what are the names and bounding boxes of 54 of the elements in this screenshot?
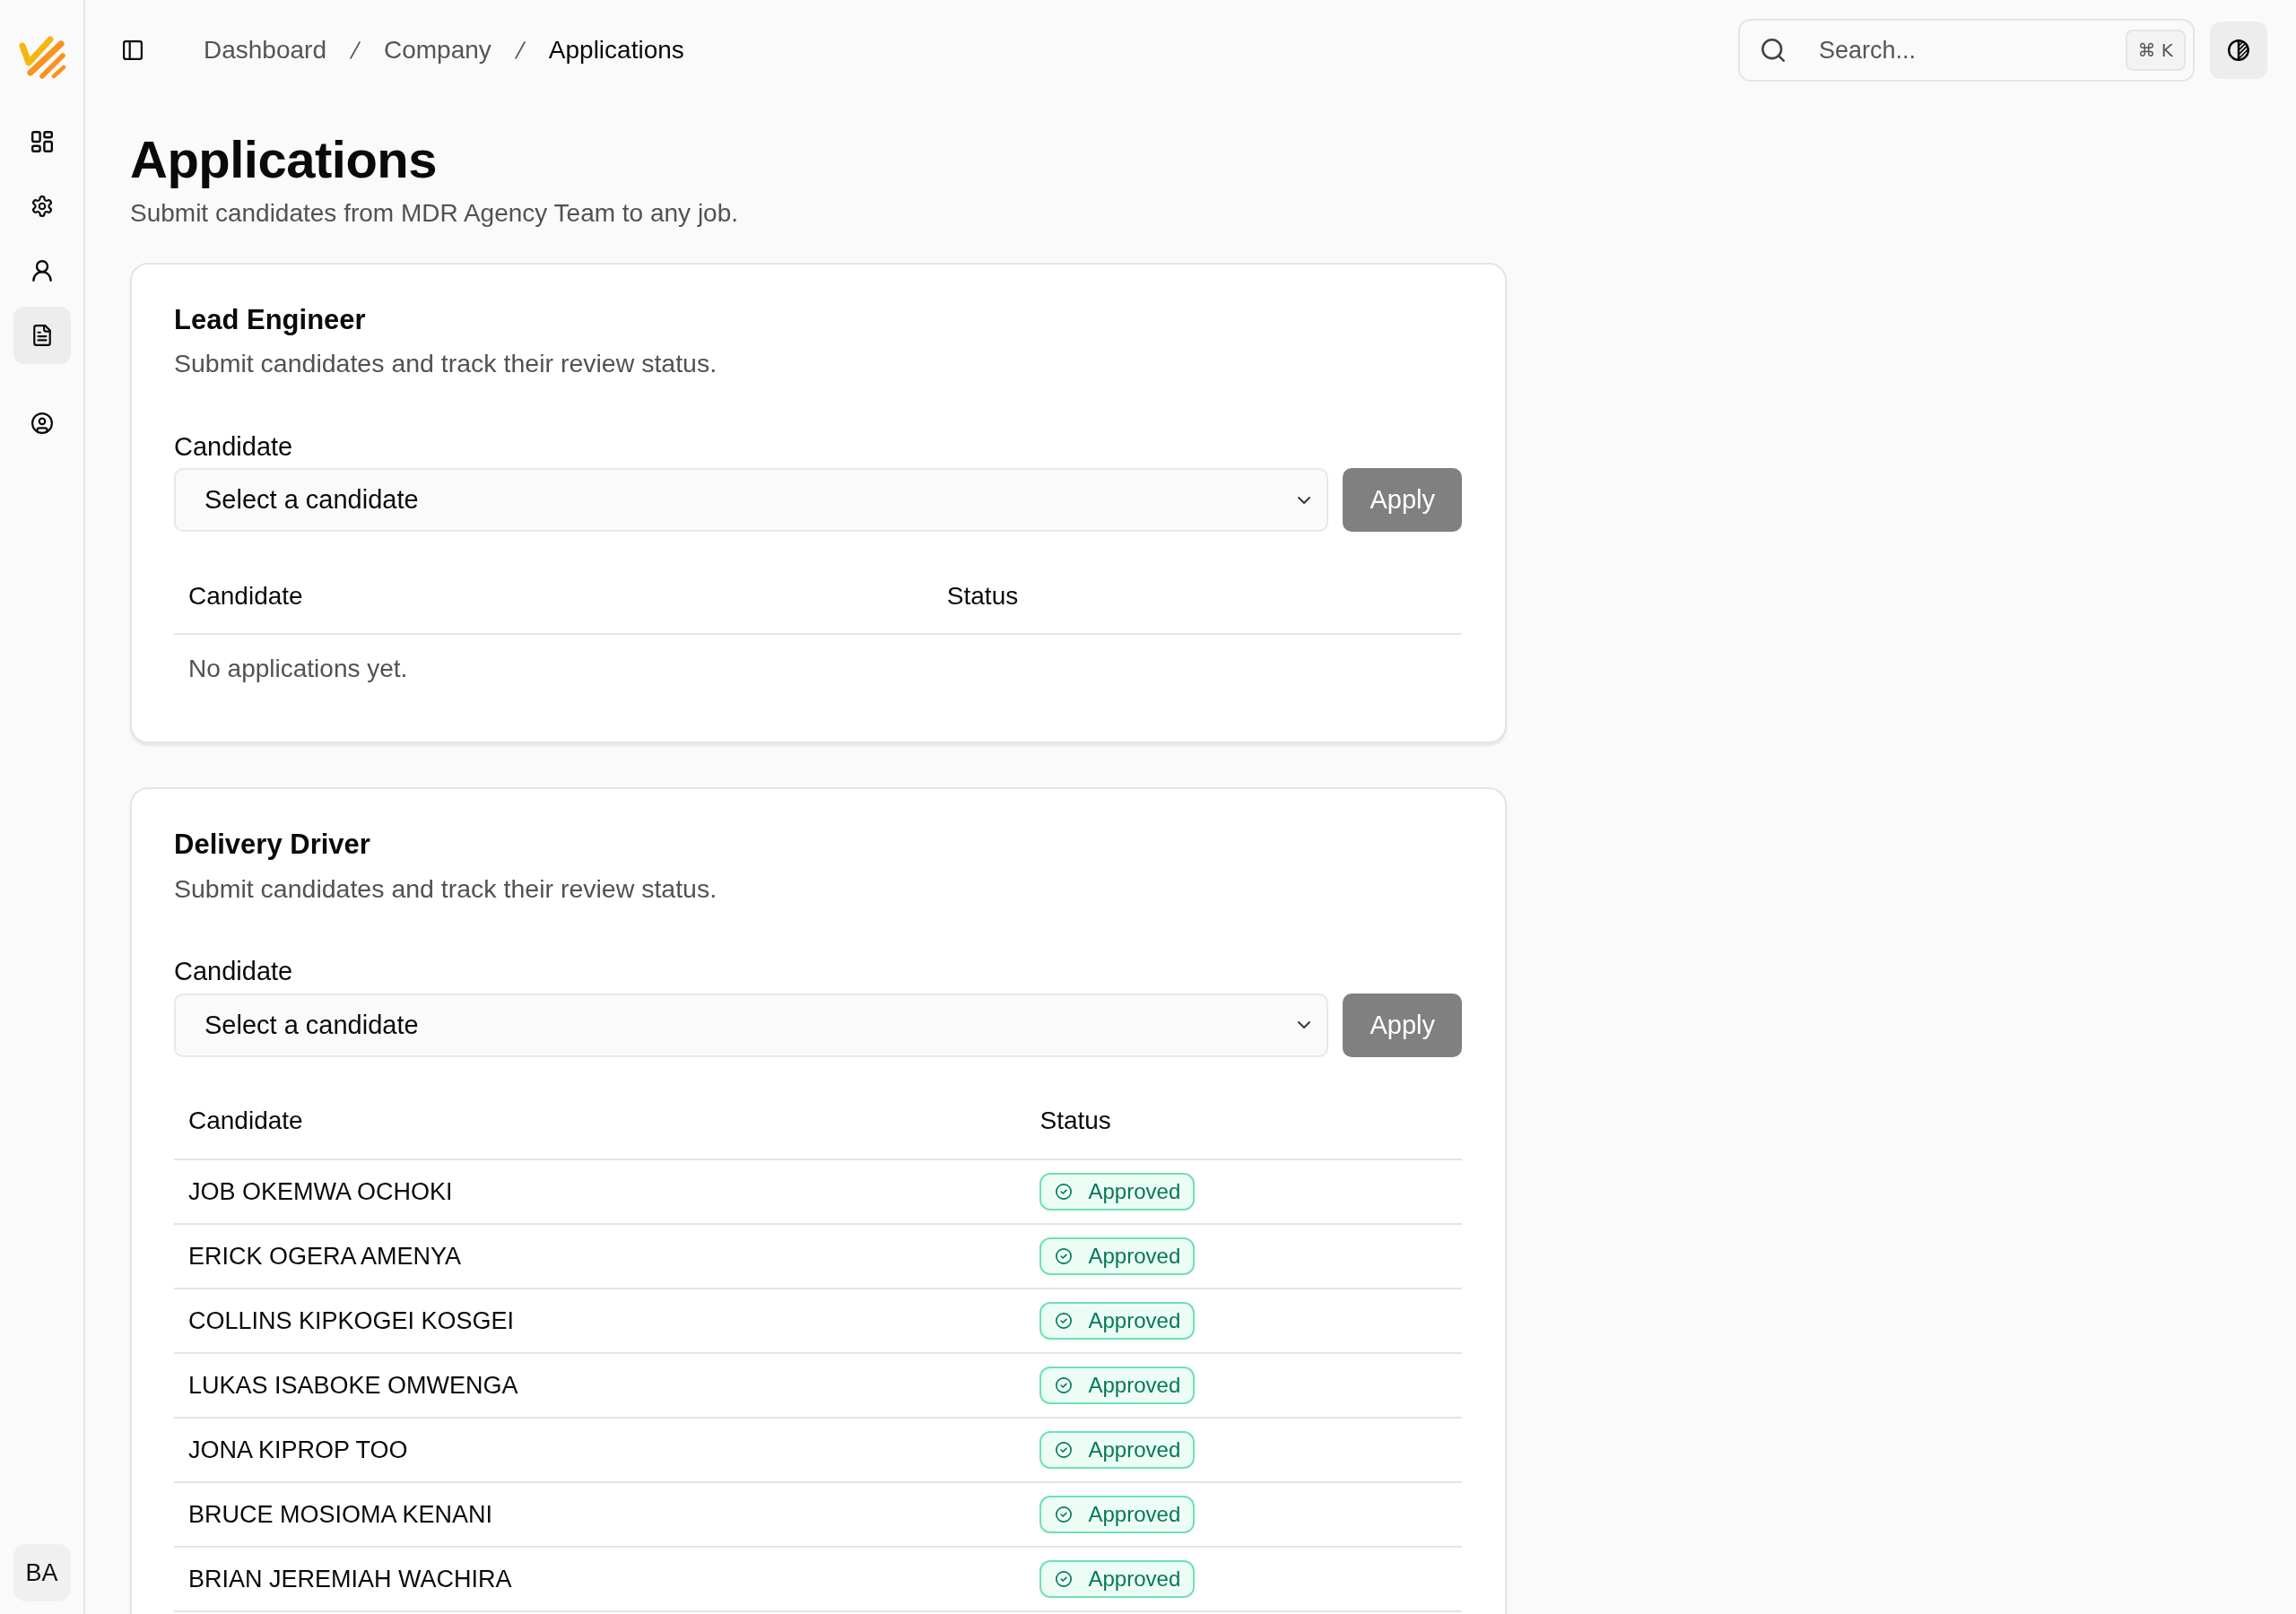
candidate-name: BRIAN JEREMIAH WACHIRA (174, 1546, 1026, 1611)
page-title: Applications (130, 130, 439, 190)
candidate-name: ERICK OGERA AMENYA (174, 1223, 1026, 1289)
status-label: Approved (1088, 1436, 1181, 1463)
column-header: Candidate (174, 1083, 1026, 1159)
user-circle-icon (30, 412, 53, 434)
candidate-name: COLLINS KIPKOGEI KOSGEI (174, 1288, 1026, 1353)
column-header: Status (932, 559, 1462, 635)
check-circle-icon (1056, 1312, 1073, 1329)
candidate-name: LUKAS ISABOKE OMWENGA (174, 1352, 1026, 1418)
search-icon (1761, 39, 1785, 62)
field-label: Candidate (174, 430, 294, 463)
slash-icon (350, 41, 361, 59)
dashboard-grid-icon (30, 131, 53, 152)
status-label: Approved (1088, 1177, 1181, 1205)
check-circle-icon (1056, 1376, 1073, 1393)
check-circle-icon (1056, 1183, 1073, 1200)
breadcrumb-link[interactable]: Company (384, 31, 491, 69)
slash-icon (514, 41, 526, 59)
candidate-select[interactable]: Select a candidate (174, 993, 1329, 1057)
user-avatar[interactable]: BA (13, 1544, 71, 1601)
status-label: Approved (1088, 1242, 1181, 1270)
person-icon (30, 260, 53, 282)
status-label: Approved (1088, 1306, 1181, 1334)
check-circle-icon (1056, 1441, 1073, 1458)
field-label: Candidate (174, 956, 294, 987)
job-subtitle: Submit candidates and track their review status. (174, 348, 718, 379)
status-label: Approved (1088, 1500, 1181, 1528)
candidate-name: JOB OKEMWA OCHOKI (174, 1158, 1026, 1224)
candidate-name: JONA KIPROP TOO (174, 1417, 1026, 1482)
status-label: Approved (1088, 1371, 1181, 1399)
empty-state-text: No applications yet. (174, 634, 1462, 703)
shortcut-key: ⌘ K (2125, 30, 2186, 71)
page-subtitle: Submit candidates from MDR Agency Team to any job. (130, 197, 740, 229)
breadcrumb-link[interactable]: Dashboard (204, 31, 326, 69)
check-circle-icon (1056, 1506, 1073, 1523)
logo-icon (17, 35, 66, 80)
column-header: Candidate (174, 559, 933, 635)
job-subtitle: Submit candidates and track their review status. (174, 872, 718, 905)
breadcrumb-current: Applications (548, 35, 684, 65)
candidate-select[interactable]: Select a candidate (174, 468, 1329, 533)
check-circle-icon (1056, 1570, 1073, 1587)
candidate-name: BRUCE MOSIOMA KENANI (174, 1481, 1026, 1547)
panel-icon (123, 40, 143, 60)
settings-icon (30, 195, 53, 217)
job-title: Lead Engineer (174, 303, 367, 336)
theme-toggle-button[interactable] (2210, 22, 2267, 79)
check-circle-icon (1056, 1247, 1073, 1264)
column-header: Status (1025, 1083, 1462, 1159)
status-label: Approved (1088, 1565, 1181, 1592)
contrast-icon (2228, 39, 2249, 61)
job-title: Delivery Driver (174, 829, 371, 861)
document-icon (30, 325, 53, 346)
sidebar-nav-item[interactable] (13, 307, 71, 364)
